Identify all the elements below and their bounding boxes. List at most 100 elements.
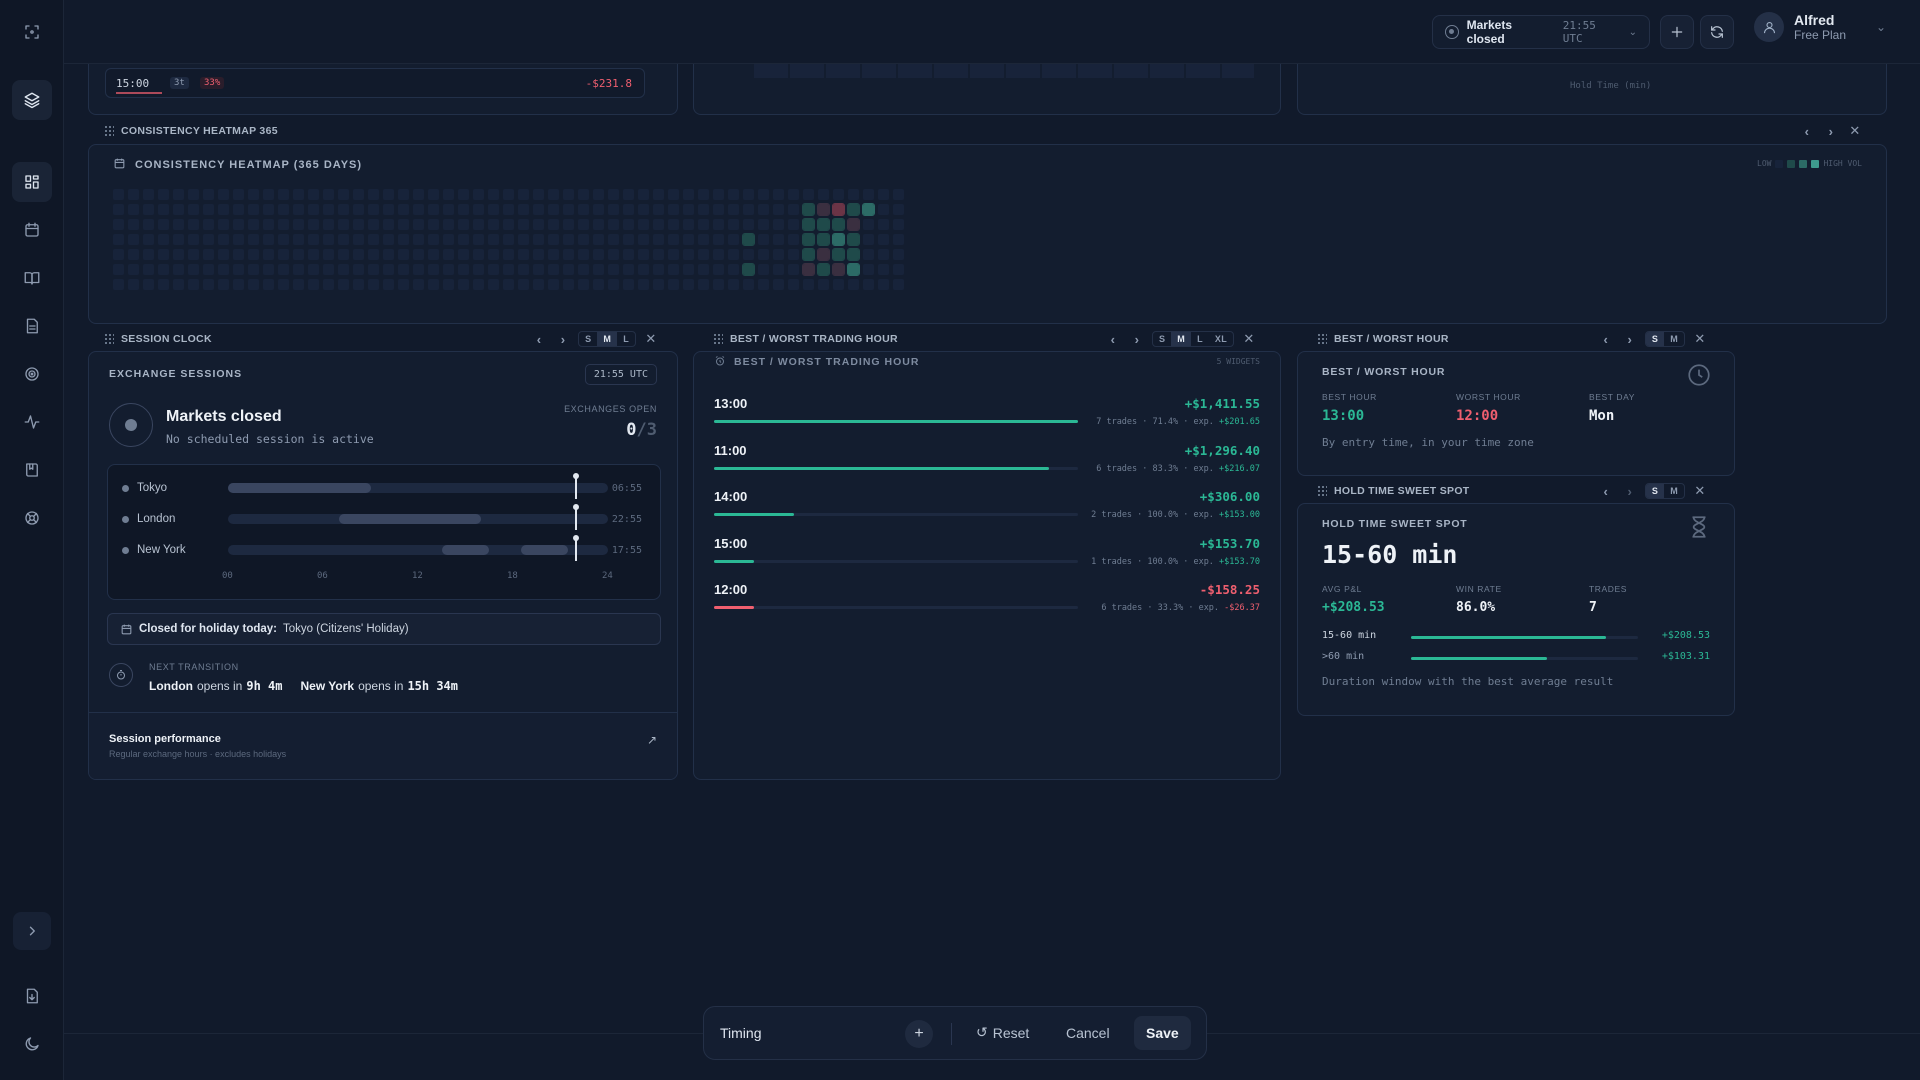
calendar-icon[interactable]	[12, 210, 52, 250]
size-m[interactable]: M	[1664, 332, 1684, 346]
heatmap-cell[interactable]	[623, 264, 634, 275]
heatmap-cell[interactable]	[308, 204, 319, 215]
heatmap-cell[interactable]	[308, 234, 319, 245]
heatmap-cell[interactable]	[773, 279, 784, 290]
heatmap-cell[interactable]	[458, 249, 469, 260]
heatmap-cell[interactable]	[817, 248, 830, 261]
heatmap-cell[interactable]	[878, 264, 889, 275]
heatmap-cell[interactable]	[683, 204, 694, 215]
heatmap-cell[interactable]	[848, 189, 859, 200]
chevron-right-icon[interactable]: ›	[1621, 332, 1639, 347]
heatmap-cell[interactable]	[263, 249, 274, 260]
heatmap-cell[interactable]	[593, 219, 604, 230]
heatmap-cell[interactable]	[802, 218, 815, 231]
heatmap-cell[interactable]	[278, 219, 289, 230]
heatmap-cell[interactable]	[563, 219, 574, 230]
trading-hour-row[interactable]: 13:00 +$1,411.55 7 trades · 71.4% · exp. +…	[714, 396, 1260, 436]
heatmap-cell[interactable]	[458, 219, 469, 230]
heatmap-cell[interactable]	[548, 219, 559, 230]
heatmap-cell[interactable]	[758, 249, 769, 260]
heatmap-cell[interactable]	[698, 264, 709, 275]
close-icon[interactable]: ✕	[642, 331, 660, 347]
heatmap-cell[interactable]	[113, 249, 124, 260]
heatmap-cell[interactable]	[548, 249, 559, 260]
heatmap-cell[interactable]	[203, 264, 214, 275]
chevron-left-icon[interactable]: ‹	[1597, 332, 1615, 347]
heatmap-cell[interactable]	[728, 279, 739, 290]
heatmap-cell[interactable]	[863, 264, 874, 275]
heatmap-cell[interactable]	[233, 189, 244, 200]
heatmap-cell[interactable]	[233, 219, 244, 230]
drag-handle-icon[interactable]	[1317, 333, 1327, 345]
heatmap-cell[interactable]	[203, 249, 214, 260]
heatmap-cell[interactable]	[173, 204, 184, 215]
heatmap-cell[interactable]	[653, 264, 664, 275]
heatmap-cell[interactable]	[338, 189, 349, 200]
heatmap-cell[interactable]	[878, 234, 889, 245]
heatmap-cell[interactable]	[847, 218, 860, 231]
heatmap-cell[interactable]	[293, 234, 304, 245]
heatmap-cell[interactable]	[488, 279, 499, 290]
heatmap-cell[interactable]	[263, 219, 274, 230]
close-icon[interactable]: ✕	[1846, 123, 1864, 139]
heatmap-cell[interactable]	[802, 203, 815, 216]
heatmap-cell[interactable]	[833, 279, 844, 290]
heatmap-cell[interactable]	[743, 189, 754, 200]
heatmap-cell[interactable]	[728, 249, 739, 260]
heatmap-cell[interactable]	[518, 234, 529, 245]
heatmap-cell[interactable]	[878, 204, 889, 215]
heatmap-cell[interactable]	[563, 204, 574, 215]
heatmap-cell[interactable]	[188, 264, 199, 275]
close-icon[interactable]: ✕	[1691, 483, 1709, 499]
heatmap-cell[interactable]	[338, 234, 349, 245]
heatmap-cell[interactable]	[533, 264, 544, 275]
heatmap-cell[interactable]	[338, 264, 349, 275]
heatmap-cell[interactable]	[818, 189, 829, 200]
heatmap-cell[interactable]	[638, 234, 649, 245]
theme-moon-icon[interactable]	[12, 1024, 52, 1064]
heatmap-cell[interactable]	[863, 234, 874, 245]
heatmap-cell[interactable]	[593, 189, 604, 200]
heatmap-cell[interactable]	[413, 264, 424, 275]
heatmap-cell[interactable]	[158, 204, 169, 215]
heatmap-cell[interactable]	[323, 234, 334, 245]
heatmap-cell[interactable]	[473, 249, 484, 260]
heatmap-cell[interactable]	[383, 279, 394, 290]
heatmap-cell[interactable]	[413, 189, 424, 200]
heatmap-cell[interactable]	[758, 189, 769, 200]
chevron-left-icon[interactable]: ‹	[530, 332, 548, 347]
heatmap-cell[interactable]	[248, 264, 259, 275]
size-s[interactable]: S	[579, 332, 597, 346]
heatmap-cell[interactable]	[203, 279, 214, 290]
heatmap-cell[interactable]	[788, 204, 799, 215]
heatmap-cell[interactable]	[593, 204, 604, 215]
size-m[interactable]: M	[1664, 484, 1684, 498]
heatmap-cell[interactable]	[518, 264, 529, 275]
heatmap-cell[interactable]	[893, 204, 904, 215]
heatmap-cell[interactable]	[248, 279, 259, 290]
heatmap-cell[interactable]	[398, 189, 409, 200]
heatmap-cell[interactable]	[893, 279, 904, 290]
drag-handle-icon[interactable]	[104, 333, 114, 345]
heatmap-cell[interactable]	[113, 204, 124, 215]
heatmap-cell[interactable]	[398, 279, 409, 290]
heatmap-cell[interactable]	[638, 279, 649, 290]
target-icon[interactable]	[12, 354, 52, 394]
heatmap-cell[interactable]	[878, 189, 889, 200]
heatmap-cell[interactable]	[218, 249, 229, 260]
heatmap-cell[interactable]	[698, 204, 709, 215]
heatmap-cell[interactable]	[518, 249, 529, 260]
heatmap-cell[interactable]	[188, 219, 199, 230]
heatmap-cell[interactable]	[443, 204, 454, 215]
heatmap-cell[interactable]	[713, 264, 724, 275]
heatmap-cell[interactable]	[293, 264, 304, 275]
heatmap-cell[interactable]	[248, 219, 259, 230]
heatmap-cell[interactable]	[173, 219, 184, 230]
heatmap-cell[interactable]	[293, 204, 304, 215]
heatmap-cell[interactable]	[563, 264, 574, 275]
heatmap-cell[interactable]	[398, 249, 409, 260]
heatmap-cell[interactable]	[893, 234, 904, 245]
heatmap-cell[interactable]	[863, 189, 874, 200]
heatmap-cell[interactable]	[428, 219, 439, 230]
heatmap-cell[interactable]	[578, 279, 589, 290]
